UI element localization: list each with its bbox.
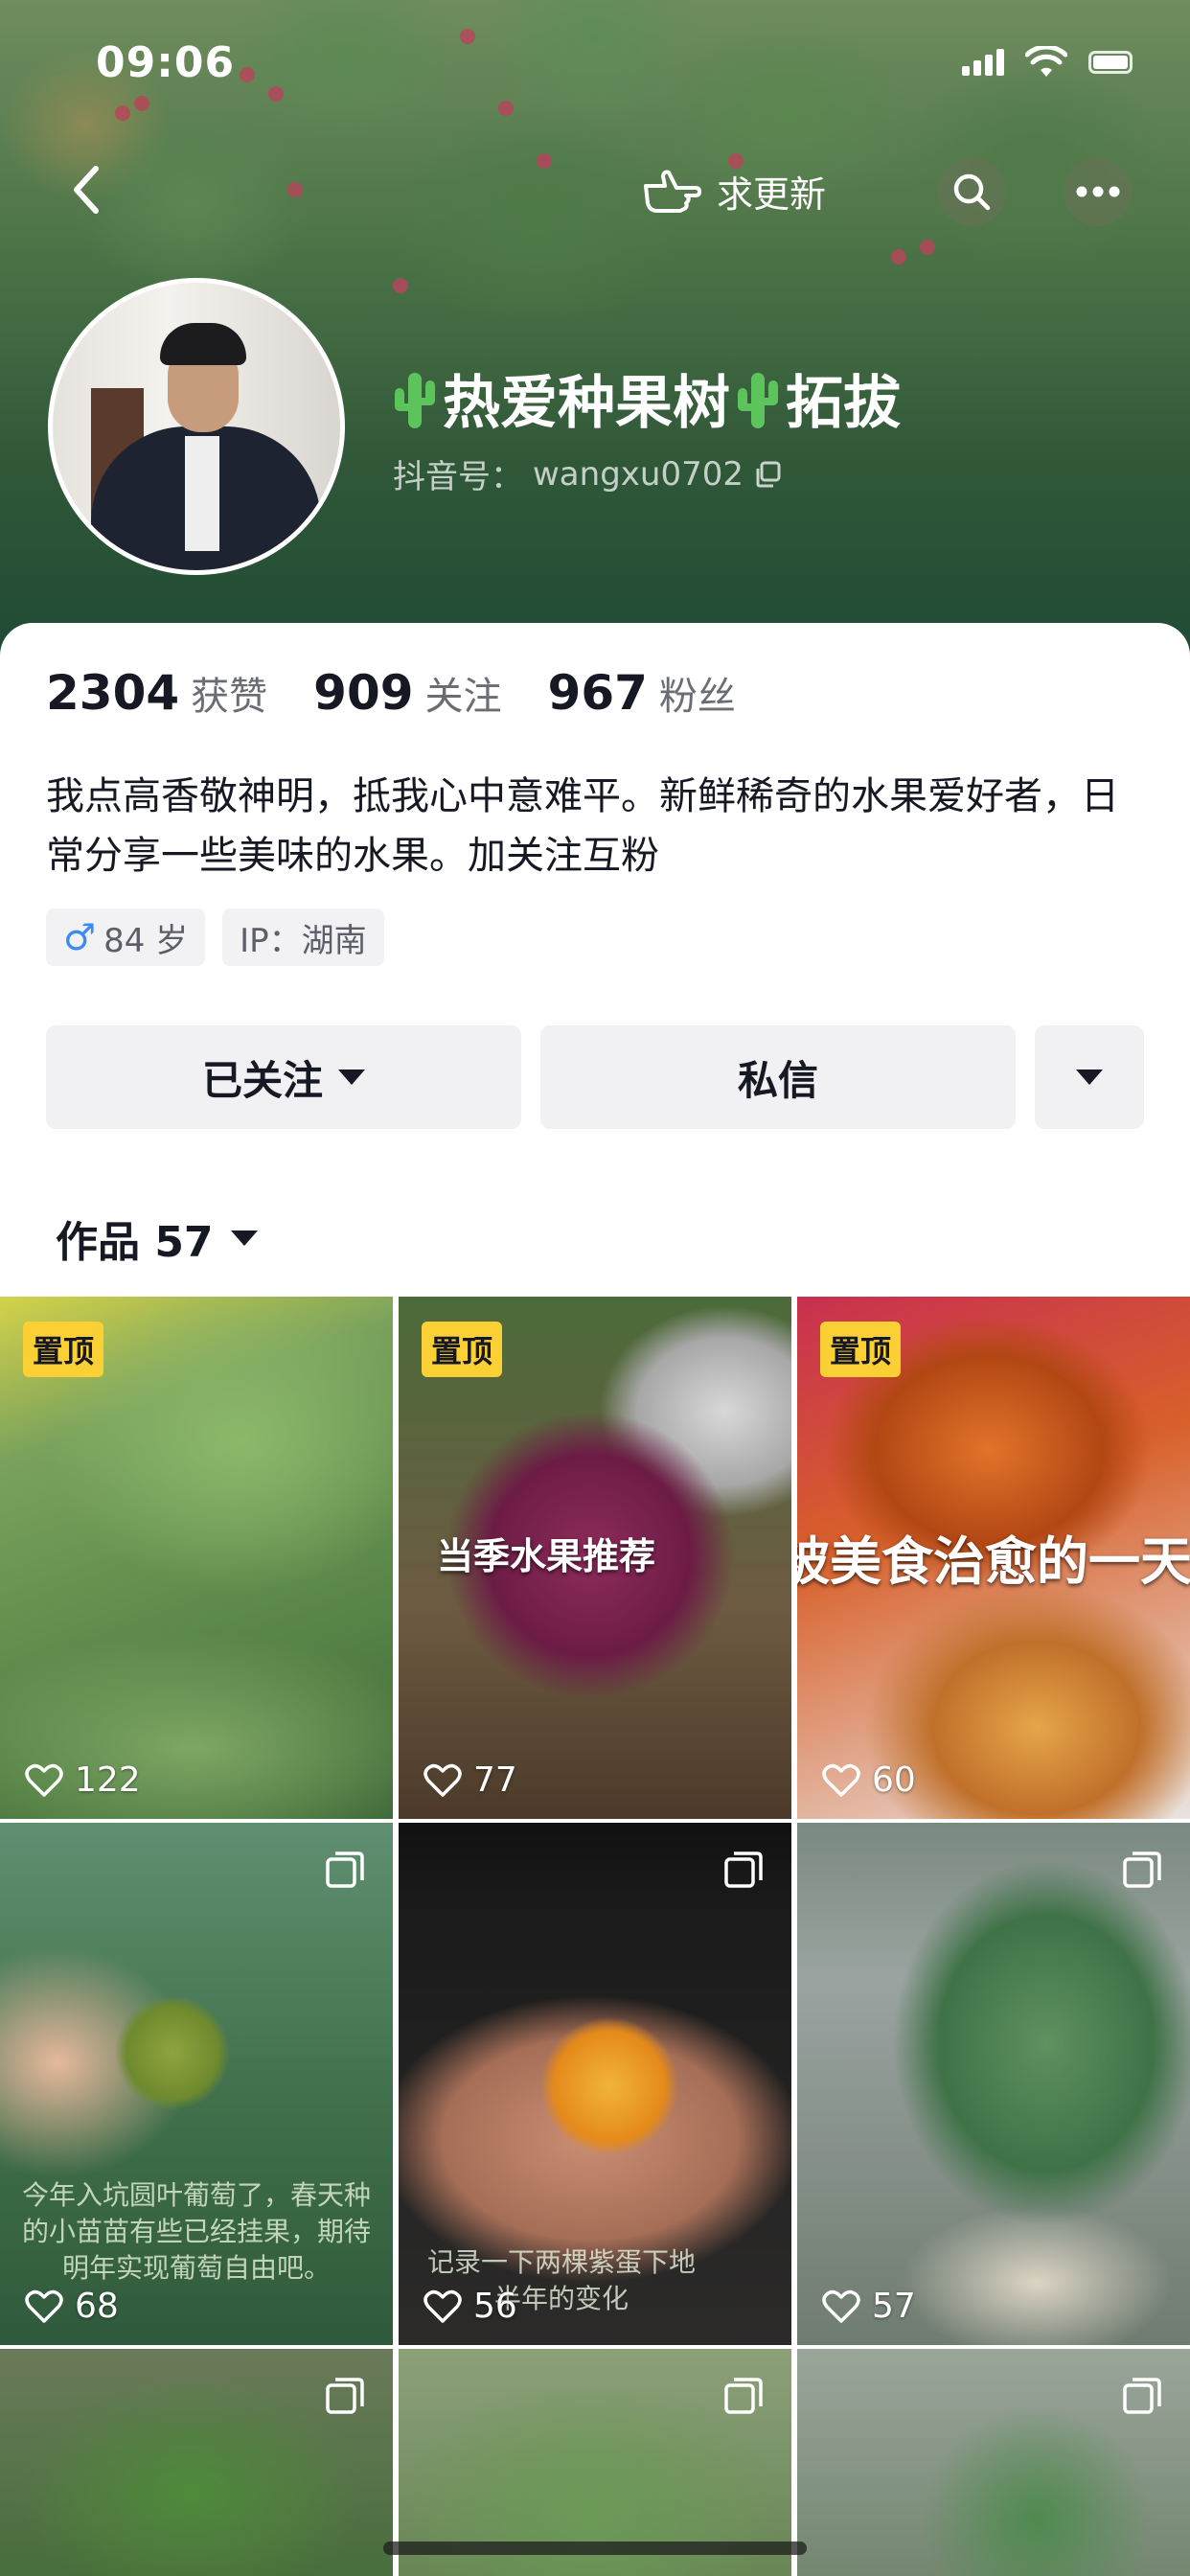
video-thumbnail[interactable]: 置顶 当季水果推荐 77 (399, 1297, 791, 1819)
triangle-down-icon (230, 1230, 258, 1246)
cellular-signal-icon (962, 49, 1004, 76)
video-thumbnail[interactable]: 今年入坑圆叶葡萄了，春天种的小苗苗有些已经挂果，期待明年实现葡萄自由吧。 68 (0, 1823, 393, 2345)
tab-works[interactable]: 作品 57 (56, 1208, 258, 1269)
stats-row: 2304 获赞 909 关注 967 粉丝 (46, 665, 736, 721)
home-indicator[interactable] (383, 2542, 807, 2555)
battery-icon (1088, 51, 1133, 74)
following-button[interactable]: 已关注 (46, 1025, 521, 1129)
profile-card: 2304 获赞 909 关注 967 粉丝 我点高香敬神明，抵我心中意难平。新鲜… (0, 623, 1190, 2576)
request-update-label: 求更新 (717, 172, 827, 216)
multi-image-icon (326, 2378, 364, 2414)
multi-image-icon (724, 2378, 763, 2414)
like-count: 57 (822, 2287, 916, 2326)
pinned-badge: 置顶 (422, 1322, 503, 1377)
followers-stat[interactable]: 967 粉丝 (548, 665, 736, 721)
chevron-left-icon (74, 166, 99, 214)
like-count-text: 57 (872, 2287, 916, 2326)
like-count: 60 (822, 1760, 916, 1800)
recommend-dropdown-button[interactable] (1035, 1025, 1144, 1129)
like-count: 77 (423, 1760, 517, 1800)
douyin-id[interactable]: 抖音号： wangxu0702 (393, 450, 782, 497)
search-icon (953, 173, 991, 211)
multi-image-icon (326, 1852, 364, 1888)
like-count-text: 68 (75, 2287, 119, 2326)
video-thumbnail[interactable]: 置顶 122 (0, 1297, 393, 1819)
triangle-down-icon (1076, 1070, 1103, 1085)
heart-outline-icon (423, 2289, 462, 2323)
status-icons (962, 46, 1133, 79)
followers-label: 粉丝 (658, 675, 736, 719)
heart-outline-icon (25, 2289, 63, 2323)
gender-age-tag: ♂ 84 岁 (46, 908, 206, 966)
multi-image-icon (1123, 1852, 1161, 1888)
video-overlay-title: 被美食治愈的一天 (797, 1531, 1190, 1592)
message-button[interactable]: 私信 (540, 1025, 1016, 1129)
nickname-part1: 热爱种果树 (443, 370, 730, 437)
age-text: 84 岁 (103, 921, 189, 960)
following-count: 909 (313, 665, 414, 721)
video-thumbnail[interactable] (0, 2349, 393, 2576)
ip-location-tag: IP：湖南 (222, 908, 384, 966)
pinned-badge: 置顶 (23, 1322, 104, 1377)
like-count-text: 60 (872, 1760, 916, 1800)
video-thumbnail[interactable]: 记录一下两棵紫蛋下地半年的变化 56 (399, 1823, 791, 2345)
nickname-part2: 拓拔 (786, 370, 901, 437)
cactus-emoji-icon (395, 372, 435, 428)
like-count: 122 (25, 1760, 141, 1800)
wifi-icon (1025, 46, 1067, 77)
like-count-text: 77 (473, 1760, 517, 1800)
ip-location-text: IP：湖南 (240, 921, 367, 960)
like-count: 68 (25, 2287, 119, 2326)
following-stat[interactable]: 909 关注 (313, 665, 501, 721)
copy-icon[interactable] (753, 460, 782, 489)
avatar[interactable] (48, 278, 345, 575)
nickname: 热爱种果树 拓拔 (393, 356, 901, 440)
male-icon: ♂ (63, 916, 97, 958)
likes-stat[interactable]: 2304 获赞 (46, 665, 267, 721)
more-button[interactable] (1064, 157, 1133, 226)
triangle-down-icon (338, 1070, 365, 1085)
back-button[interactable] (59, 161, 117, 218)
bio-text: 我点高香敬神明，抵我心中意难平。新鲜稀奇的水果爱好者，日常分享一些美味的水果。加… (46, 774, 1119, 878)
video-thumbnail[interactable]: 57 (797, 1823, 1190, 2345)
following-label: 关注 (424, 675, 502, 719)
status-time: 09:06 (96, 38, 236, 87)
likes-label: 获赞 (191, 675, 268, 719)
video-thumbnail[interactable]: 置顶 被美食治愈的一天 60 (797, 1297, 1190, 1819)
heart-outline-icon (25, 1763, 63, 1797)
more-horizontal-icon (1076, 186, 1120, 197)
video-overlay-title: 当季水果推荐 (437, 1535, 656, 1577)
douyin-id-label: 抖音号： (393, 458, 523, 496)
video-thumbnail[interactable] (797, 2349, 1190, 2576)
followers-count: 967 (547, 665, 648, 721)
hand-pointer-icon (644, 170, 701, 213)
message-button-label: 私信 (737, 1056, 818, 1104)
search-button[interactable] (937, 157, 1006, 226)
heart-outline-icon (822, 2289, 860, 2323)
douyin-id-value: wangxu0702 (533, 454, 744, 494)
multi-image-icon (1123, 2378, 1161, 2414)
request-update-button[interactable]: 求更新 (642, 161, 826, 220)
cactus-emoji-icon (738, 372, 778, 428)
heart-outline-icon (423, 1763, 462, 1797)
profile-tags: ♂ 84 岁 IP：湖南 (46, 908, 384, 966)
pinned-badge: 置顶 (820, 1322, 902, 1377)
likes-count: 2304 (46, 665, 180, 721)
multi-image-icon (724, 1852, 763, 1888)
like-count-text: 122 (75, 1760, 141, 1800)
like-count-text: 56 (473, 2287, 517, 2326)
like-count: 56 (423, 2287, 517, 2326)
heart-outline-icon (822, 1763, 860, 1797)
following-button-label: 已关注 (201, 1056, 323, 1104)
video-caption: 今年入坑圆叶葡萄了，春天种的小苗苗有些已经挂果，期待明年实现葡萄自由吧。 (21, 2179, 371, 2284)
tab-works-label: 作品 57 (56, 1218, 214, 1267)
